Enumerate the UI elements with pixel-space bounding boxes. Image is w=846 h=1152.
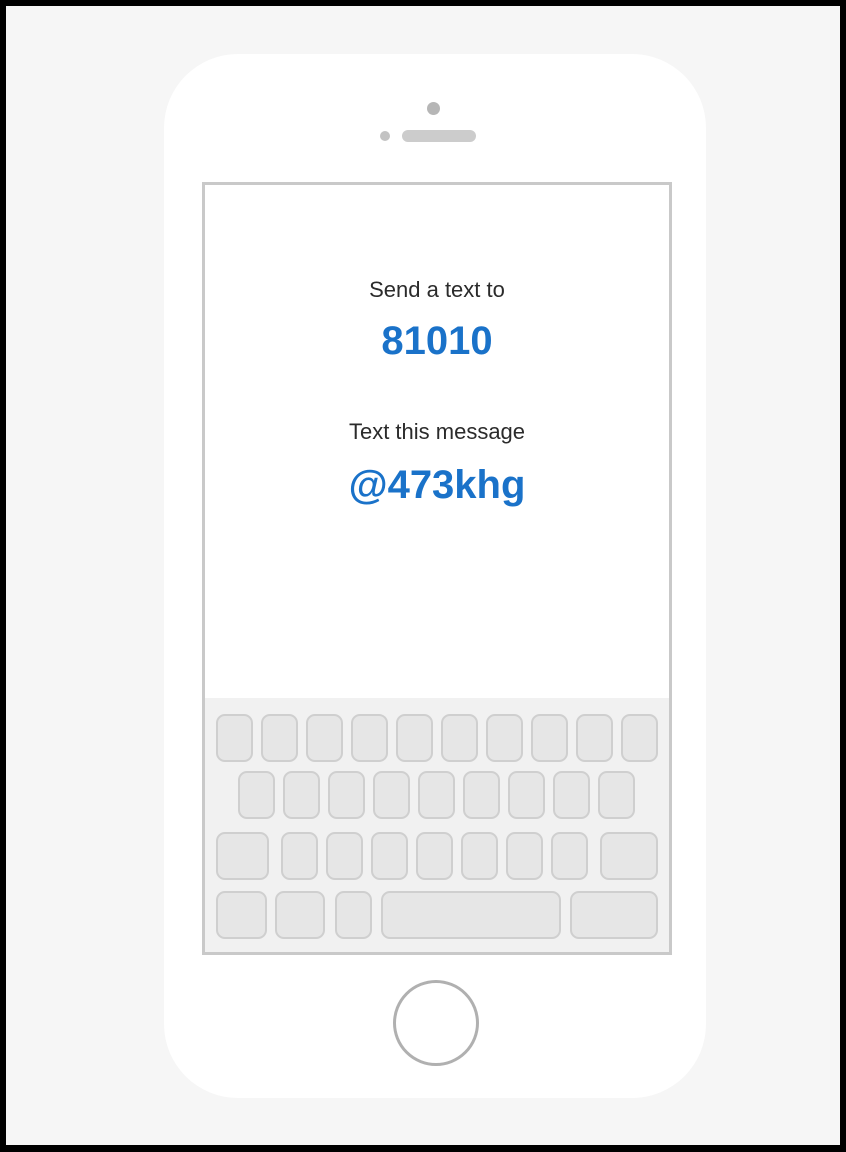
backspace-key[interactable]	[600, 832, 658, 880]
keyboard-key[interactable]	[508, 771, 545, 819]
message-code: @473khg	[348, 463, 526, 507]
keyboard-key[interactable]	[373, 771, 410, 819]
camera-icon	[427, 102, 440, 115]
keyboard-key[interactable]	[396, 714, 433, 762]
keyboard-key[interactable]	[506, 832, 543, 880]
keyboard-key[interactable]	[416, 832, 453, 880]
keyboard-key[interactable]	[351, 714, 388, 762]
keyboard-key[interactable]	[461, 832, 498, 880]
keyboard-key[interactable]	[283, 771, 320, 819]
numbers-key[interactable]	[216, 891, 267, 939]
keyboard-key[interactable]	[621, 714, 658, 762]
keyboard-key[interactable]	[371, 832, 408, 880]
return-key[interactable]	[570, 891, 658, 939]
keyboard-key[interactable]	[598, 771, 635, 819]
keyboard-key[interactable]	[418, 771, 455, 819]
keyboard-key[interactable]	[216, 714, 253, 762]
keyboard-key[interactable]	[486, 714, 523, 762]
keyboard-key[interactable]	[326, 832, 363, 880]
keyboard-key[interactable]	[531, 714, 568, 762]
keyboard-key[interactable]	[306, 714, 343, 762]
speaker-grille	[402, 130, 476, 142]
page-frame: Send a text to 81010 Text this message @…	[0, 0, 846, 1152]
keyboard-key[interactable]	[551, 832, 588, 880]
keyboard-key[interactable]	[281, 832, 318, 880]
send-label: Send a text to	[369, 277, 505, 302]
screen-border	[669, 698, 672, 955]
keyboard-key[interactable]	[441, 714, 478, 762]
home-button[interactable]	[393, 980, 479, 1066]
globe-key[interactable]	[275, 891, 325, 939]
keyboard-key[interactable]	[576, 714, 613, 762]
phone-number: 81010	[381, 319, 493, 363]
message-label: Text this message	[348, 419, 526, 444]
keyboard	[204, 698, 670, 953]
mic-key[interactable]	[335, 891, 372, 939]
screen-border	[202, 698, 205, 955]
screen-border	[202, 952, 672, 955]
message-instructions: Send a text to 81010 Text this message @…	[205, 185, 669, 699]
keyboard-key[interactable]	[261, 714, 298, 762]
keyboard-key[interactable]	[463, 771, 500, 819]
keyboard-key[interactable]	[553, 771, 590, 819]
keyboard-key[interactable]	[328, 771, 365, 819]
keyboard-key[interactable]	[238, 771, 275, 819]
phone-screen: Send a text to 81010 Text this message @…	[202, 182, 672, 756]
shift-key[interactable]	[216, 832, 269, 880]
sensor-icon	[380, 131, 390, 141]
space-key[interactable]	[381, 891, 561, 939]
